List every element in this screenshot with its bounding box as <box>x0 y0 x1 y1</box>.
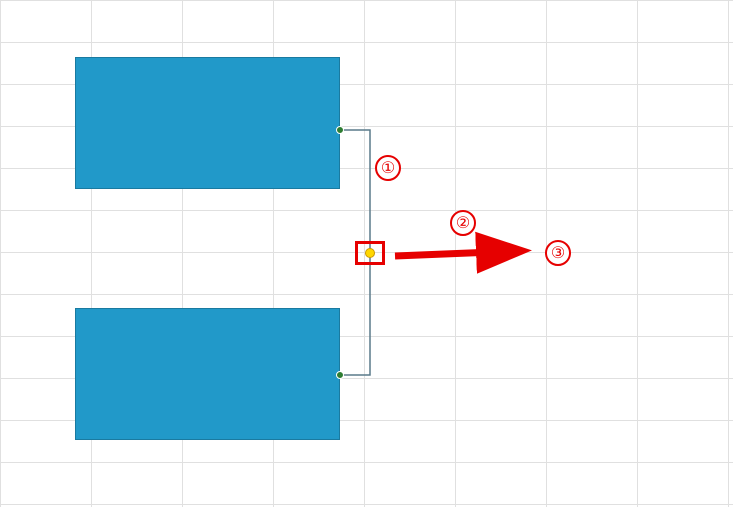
annotation-arrow <box>0 0 733 507</box>
callout-2: ② <box>450 210 476 236</box>
callout-3: ③ <box>545 240 571 266</box>
callout-1: ① <box>375 155 401 181</box>
